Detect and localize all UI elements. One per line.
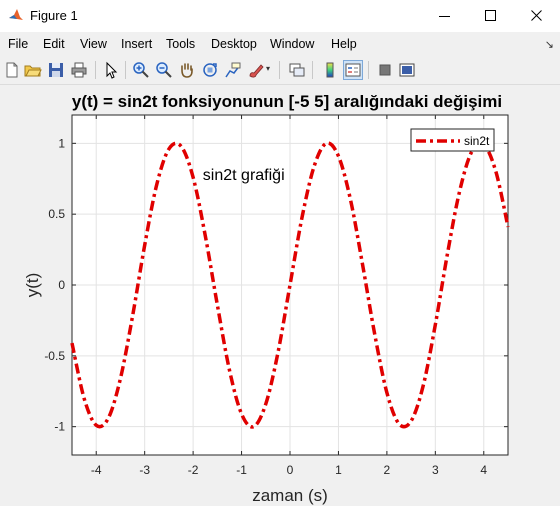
new-figure-icon[interactable] [3, 61, 21, 79]
data-cursor-icon[interactable] [224, 61, 242, 79]
menu-tools[interactable]: Tools [166, 37, 195, 51]
close-icon [531, 10, 542, 21]
colorbar-icon[interactable] [321, 61, 339, 79]
toolbar-separator [279, 61, 280, 79]
legend-label-sin2t: sin2t [464, 134, 490, 148]
menu-desktop[interactable]: Desktop [211, 37, 257, 51]
y-axis-label: y(t) [23, 273, 42, 298]
legend[interactable]: sin2t [410, 128, 495, 152]
close-button[interactable] [514, 0, 560, 32]
x-tick-label: -2 [188, 463, 199, 477]
menu-view[interactable]: View [80, 37, 107, 51]
x-tick-label: 0 [287, 463, 294, 477]
window-titlebar: Figure 1 [0, 0, 560, 32]
x-tick-label: -4 [91, 463, 102, 477]
window-title: Figure 1 [30, 8, 78, 23]
minimize-button[interactable] [422, 0, 468, 32]
x-tick-label: -1 [236, 463, 247, 477]
maximize-icon [485, 10, 496, 21]
zoom-in-icon[interactable] [132, 61, 150, 79]
menu-bar: File Edit View Insert Tools Desktop Wind… [0, 32, 560, 56]
menu-help[interactable]: Help [331, 37, 357, 51]
dock-figure-icon[interactable]: ↘ [545, 38, 554, 51]
figure-area: y(t) = sin2t fonksiyonunun [-5 5] aralığ… [0, 85, 560, 506]
y-tick-label: 0.5 [48, 207, 65, 221]
toolbar-separator [125, 61, 126, 79]
chart-title: y(t) = sin2t fonksiyonunun [-5 5] aralığ… [72, 92, 502, 111]
zoom-out-icon[interactable] [155, 61, 173, 79]
open-file-icon[interactable] [24, 61, 42, 79]
toolbar-separator [368, 61, 369, 79]
menu-window[interactable]: Window [270, 37, 314, 51]
annotation-text: sin2t grafiği [203, 167, 285, 184]
y-tick-label: -0.5 [44, 349, 65, 363]
toolbar-separator [95, 61, 96, 79]
x-tick-label: 1 [335, 463, 342, 477]
minimize-icon [439, 16, 450, 17]
plot-canvas[interactable]: y(t) = sin2t fonksiyonunun [-5 5] aralığ… [0, 85, 560, 506]
y-tick-label: 1 [58, 136, 65, 150]
brush-dropdown-icon[interactable]: ▾ [266, 64, 270, 73]
menu-file[interactable]: File [8, 37, 28, 51]
x-tick-label: 4 [480, 463, 487, 477]
rotate-3d-icon[interactable] [201, 61, 219, 79]
save-icon[interactable] [47, 61, 65, 79]
menu-insert[interactable]: Insert [121, 37, 152, 51]
figure-toolbar: ▾ [0, 56, 560, 85]
edit-plot-arrow-icon[interactable] [102, 61, 120, 79]
y-tick-label: 0 [58, 278, 65, 292]
show-plot-tools-icon[interactable] [398, 61, 416, 79]
pan-hand-icon[interactable] [178, 61, 196, 79]
y-tick-label: -1 [54, 420, 65, 434]
link-plot-icon[interactable] [288, 61, 306, 79]
menu-edit[interactable]: Edit [43, 37, 65, 51]
print-icon[interactable] [70, 61, 88, 79]
x-tick-label: 3 [432, 463, 439, 477]
x-tick-label: -3 [139, 463, 150, 477]
x-axis-label: zaman (s) [252, 486, 328, 505]
legend-icon[interactable] [343, 60, 363, 80]
maximize-button[interactable] [468, 0, 514, 32]
toolbar-separator [312, 61, 313, 79]
matlab-logo-icon [9, 9, 23, 20]
hide-plot-tools-icon[interactable] [376, 61, 394, 79]
brush-icon[interactable] [247, 61, 265, 79]
x-tick-label: 2 [384, 463, 391, 477]
